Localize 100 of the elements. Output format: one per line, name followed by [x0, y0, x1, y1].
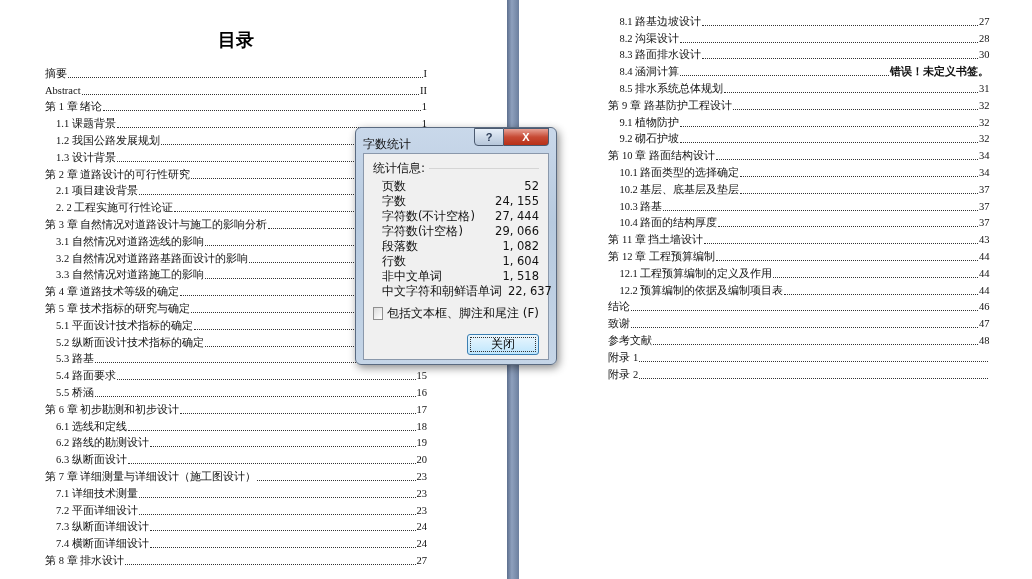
stat-value: 29, 066 — [495, 224, 539, 239]
page-number: 48 — [978, 333, 990, 348]
page-number: 19 — [416, 436, 427, 451]
page-number: 16 — [416, 385, 427, 400]
stat-label: 页数 — [382, 179, 406, 194]
toc-entry[interactable]: 摘要 — [45, 66, 67, 81]
group-label: 统计信息: — [373, 160, 426, 177]
toc-entry[interactable]: 第 7 章 详细测量与详细设计（施工图设计） — [45, 469, 257, 484]
stat-value: 1, 082 — [502, 239, 539, 254]
toc-entry[interactable]: 10.3 路基 — [619, 199, 663, 214]
toc-entry[interactable]: 6.1 选线和定线 — [56, 419, 127, 434]
toc-entry[interactable]: 7.2 平面详细设计 — [56, 503, 138, 518]
toc-entry[interactable]: 致谢 — [608, 317, 631, 332]
page-number: 17 — [416, 402, 427, 417]
toc-entry[interactable]: 附录 2 — [608, 367, 639, 382]
toc-entry[interactable]: 6.3 纵断面设计 — [56, 453, 127, 468]
toc-entry[interactable]: 1.1 课题背景 — [56, 117, 116, 132]
page-number: 24 — [416, 520, 427, 535]
page-number: 32 — [978, 132, 990, 147]
toc-entry[interactable]: 8.1 路基边坡设计 — [619, 14, 702, 29]
page-number: 31 — [978, 82, 990, 96]
toc-entry[interactable]: 5.4 路面要求 — [56, 369, 116, 384]
toc-entry[interactable]: Abstract — [45, 83, 81, 98]
toc-entry[interactable]: 第 8 章 排水设计 — [45, 553, 125, 568]
page-number: 32 — [978, 98, 990, 113]
toc-entry[interactable]: 3.3 自然情况对道路施工的影响 — [56, 268, 204, 283]
page-number: 23 — [416, 503, 427, 518]
page-number: 47 — [978, 317, 990, 332]
toc-entry[interactable]: 10.2 基层、底基层及垫层 — [619, 182, 740, 197]
stat-label: 段落数 — [382, 239, 418, 254]
toc-heading: 目录 — [217, 29, 255, 52]
toc-entry[interactable]: 3.2 自然情况对道路路基路面设计的影响 — [56, 251, 248, 266]
page-number: 34 — [978, 165, 990, 180]
toc-entry[interactable]: 9.2 砌石护坡 — [619, 132, 680, 147]
close-dialog-button[interactable]: 关闭 — [467, 334, 539, 355]
page-number: 1 — [421, 100, 427, 115]
toc-entry[interactable]: 第 12 章 工程预算编制 — [608, 249, 715, 264]
toc-entry[interactable]: 结论 — [608, 300, 631, 315]
stat-label: 字数 — [382, 194, 406, 209]
toc-entry[interactable]: 5.2 纵断面设计技术指标的确定 — [56, 335, 204, 350]
toc-entry[interactable]: 5.3 路基 — [56, 352, 94, 367]
page-number: 37 — [978, 199, 990, 214]
page-number: 20 — [416, 453, 427, 468]
page-number: 1 — [421, 117, 427, 132]
toc-entry[interactable]: 第 1 章 绪论 — [45, 100, 103, 115]
toc-entry[interactable]: 第 9 章 路基防护工程设计 — [608, 98, 732, 113]
page-number: 44 — [978, 283, 990, 298]
toc-entry[interactable]: 8.3 路面排水设计 — [619, 48, 702, 63]
toc-entry[interactable]: 9.1 植物防护 — [619, 115, 680, 130]
page-number: 30 — [978, 48, 990, 63]
toc-entry[interactable]: 3.1 自然情况对道路选线的影响 — [56, 234, 204, 249]
page-number: 15 — [416, 369, 427, 384]
stat-label: 行数 — [382, 254, 406, 269]
toc-entry[interactable]: 2.1 项目建设背景 — [56, 184, 138, 199]
toc-entry[interactable]: 1.3 设计背景 — [56, 150, 116, 165]
toc-entry[interactable]: 7.3 纵断面详细设计 — [56, 520, 149, 535]
toc-entry[interactable]: 7.1 详细技术测量 — [56, 486, 138, 501]
stat-label: 字符数(计空格) — [382, 224, 463, 239]
toc-entry[interactable]: 6.2 路线的勘测设计 — [56, 436, 149, 451]
stat-label: 字符数(不计空格) — [382, 209, 475, 224]
toc-entry[interactable]: 第 10 章 路面结构设计 — [608, 149, 715, 164]
toc-entry[interactable]: 附录 1 — [608, 350, 639, 365]
checkbox-label: 包括文本框、脚注和尾注 (F) — [386, 305, 539, 322]
page-number: 27 — [978, 14, 990, 29]
page-number: 18 — [416, 419, 427, 434]
toc-entry[interactable]: 第 4 章 道路技术等级的确定 — [45, 285, 180, 300]
toc-entry[interactable]: 第 11 章 挡土墙设计 — [608, 233, 704, 248]
checkbox[interactable] — [373, 307, 383, 320]
help-button[interactable]: ? — [474, 128, 504, 146]
toc-entry[interactable]: 8.4 涵洞计算 — [619, 65, 680, 80]
page-number: 28 — [978, 31, 990, 46]
page-number: 43 — [978, 233, 990, 248]
toc-entry[interactable]: 8.2 沟渠设计 — [619, 31, 680, 46]
page-number: 23 — [416, 469, 427, 484]
toc-entry[interactable]: 10.1 路面类型的选择确定 — [619, 165, 740, 180]
toc-entry[interactable]: 5.5 桥涵 — [56, 385, 94, 400]
toc-entry[interactable]: 2. 2 工程实施可行性论证 — [56, 201, 174, 216]
toc-entry[interactable]: 12.2 预算编制的依据及编制项目表 — [619, 283, 784, 298]
toc-entry[interactable]: 参考文献 — [608, 333, 653, 348]
toc-entry[interactable]: 第 3 章 自然情况对道路设计与施工的影响分析 — [45, 217, 268, 232]
toc-entry[interactable]: 8.5 排水系统总体规划 — [619, 82, 724, 96]
stat-value: 22, 637 — [508, 284, 552, 299]
close-button[interactable]: X — [504, 128, 549, 146]
page-number: 44 — [978, 266, 990, 281]
page-number: 24 — [416, 537, 427, 552]
page-number: 44 — [978, 249, 990, 264]
toc-entry[interactable]: 第 6 章 初步勘测和初步设计 — [45, 402, 180, 417]
page-number: I — [423, 66, 427, 81]
toc-entry[interactable]: 7.4 横断面详细设计 — [56, 537, 149, 552]
toc-entry[interactable]: 5.1 平面设计技术指标的确定 — [56, 318, 193, 333]
page-number: 34 — [978, 149, 990, 164]
page-number: 37 — [978, 216, 990, 231]
toc-entry[interactable]: 1.2 我国公路发展规划 — [56, 134, 160, 148]
page-number: II — [420, 83, 427, 98]
error-message: 错误！未定义书签。 — [890, 65, 990, 80]
toc-entry[interactable]: 10.4 路面的结构厚度 — [619, 216, 718, 231]
toc-entry[interactable]: 第 2 章 道路设计的可行性研究 — [45, 167, 191, 182]
page-number: 23 — [416, 486, 427, 501]
toc-entry[interactable]: 12.1 工程预算编制的定义及作用 — [619, 266, 773, 281]
toc-entry[interactable]: 第 5 章 技术指标的研究与确定 — [45, 301, 191, 316]
